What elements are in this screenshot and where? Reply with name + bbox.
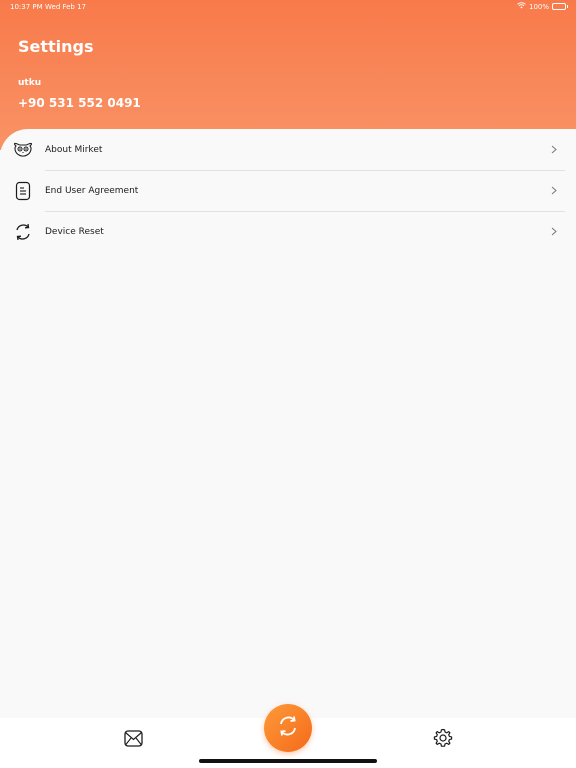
user-phone: +90 531 552 0491 <box>18 96 141 110</box>
status-time: 10:37 PM <box>10 3 43 11</box>
settings-list: About Mirket End User Agreement Device R… <box>0 129 576 718</box>
page-title: Settings <box>18 37 94 56</box>
menu-item-label: About Mirket <box>45 144 103 155</box>
menu-item-label: Device Reset <box>45 226 104 237</box>
menu-item-device-reset[interactable]: Device Reset <box>0 211 576 252</box>
menu-item-about-mirket[interactable]: About Mirket <box>0 129 576 170</box>
status-indicators: 100% <box>517 2 568 11</box>
status-date: Wed Feb 17 <box>45 3 87 11</box>
mirket-face-icon <box>13 140 33 160</box>
home-indicator <box>199 759 377 763</box>
chevron-right-icon <box>550 227 558 237</box>
reset-icon <box>13 222 33 242</box>
user-name: utku <box>18 78 42 88</box>
chevron-right-icon <box>550 145 558 155</box>
menu-item-end-user-agreement[interactable]: End User Agreement <box>0 170 576 211</box>
battery-percent: 100% <box>528 2 549 11</box>
mail-icon[interactable] <box>122 727 144 749</box>
gear-icon[interactable] <box>432 727 454 749</box>
menu-item-label: End User Agreement <box>45 185 139 196</box>
battery-icon <box>552 3 568 10</box>
chevron-right-icon <box>550 186 558 196</box>
sync-button[interactable] <box>264 704 312 752</box>
wifi-icon <box>517 2 526 11</box>
document-icon <box>13 181 33 201</box>
status-bar: 10:37 PM Wed Feb 17 100% <box>0 0 576 16</box>
header: 10:37 PM Wed Feb 17 100% Settings utku +… <box>0 0 576 150</box>
sync-icon <box>276 714 300 742</box>
